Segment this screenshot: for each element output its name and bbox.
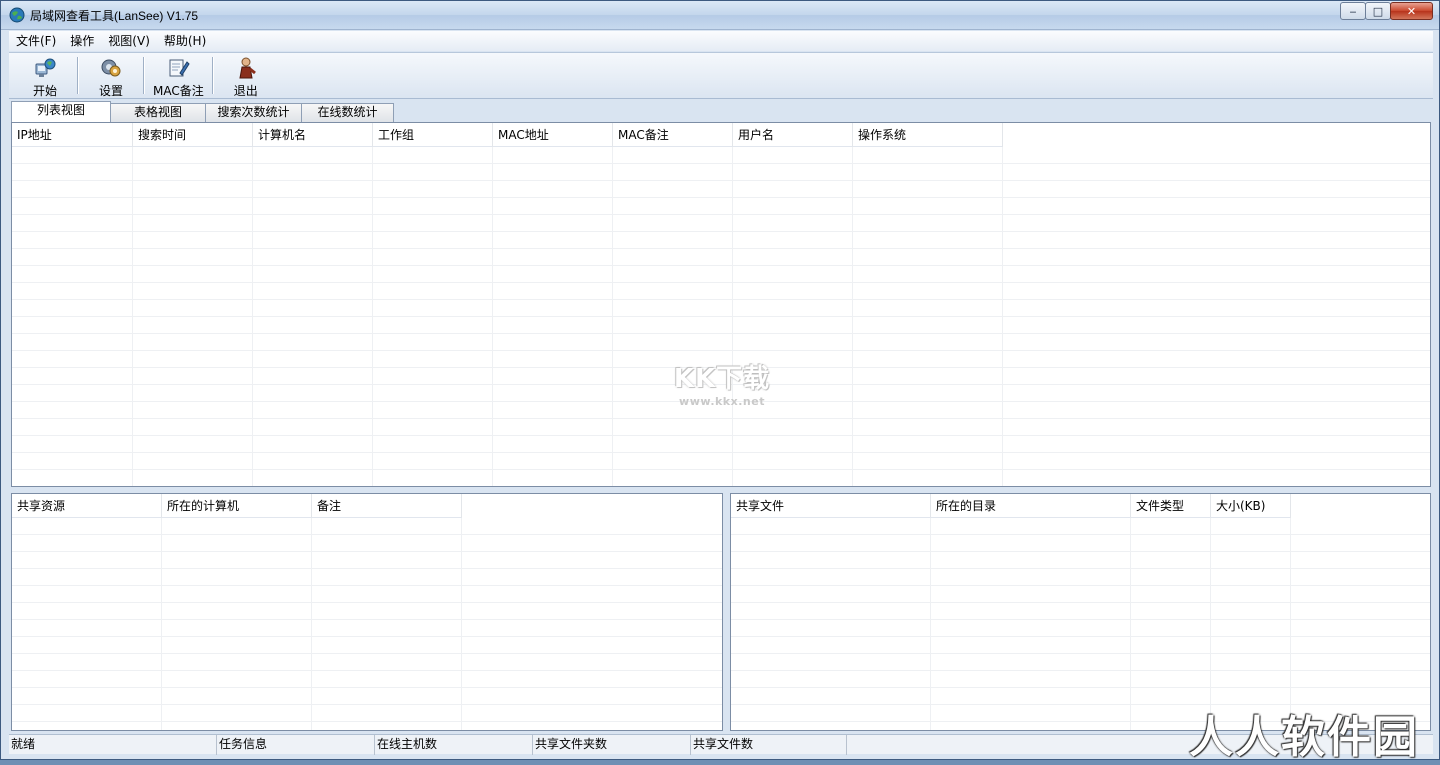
minimize-button[interactable]: ‒ — [1340, 2, 1366, 20]
watermark-sub-text: www.kkx.net — [679, 395, 765, 408]
watermark-main-text: KK下载 — [673, 364, 771, 394]
host-list-rows — [12, 147, 1430, 486]
column-header-os[interactable]: 操作系统 — [853, 123, 1003, 147]
column-header-file-type[interactable]: 文件类型 — [1131, 494, 1211, 518]
window-title: 局域网查看工具(LanSee) V1.75 — [30, 9, 199, 23]
mac-note-button[interactable]: MAC备注 — [147, 53, 210, 98]
shared-resources-header: 共享资源 所在的计算机 备注 — [12, 494, 462, 518]
column-header-mac-note[interactable]: MAC备注 — [613, 123, 733, 147]
settings-icon — [99, 56, 123, 80]
view-tabs: 列表视图 表格视图 搜索次数统计 在线数统计 — [11, 101, 1431, 122]
host-list-grid[interactable]: IP地址 搜索时间 计算机名 工作组 MAC地址 MAC备注 用户名 操作系统 — [11, 122, 1431, 487]
menu-operate[interactable]: 操作 — [63, 31, 101, 51]
settings-button[interactable]: 设置 — [81, 53, 141, 98]
status-task-info: 任务信息 — [217, 735, 375, 755]
host-list-header: IP地址 搜索时间 计算机名 工作组 MAC地址 MAC备注 用户名 操作系统 — [12, 123, 1003, 147]
column-header-workgroup[interactable]: 工作组 — [373, 123, 493, 147]
column-header-mac-address[interactable]: MAC地址 — [493, 123, 613, 147]
exit-button[interactable]: 退出 — [216, 53, 276, 98]
column-header-computer-name[interactable]: 计算机名 — [253, 123, 373, 147]
mac-note-icon — [166, 56, 190, 80]
column-header-search-time[interactable]: 搜索时间 — [133, 123, 253, 147]
tab-search-stats[interactable]: 搜索次数统计 — [205, 103, 302, 122]
kk-watermark: KK下载 www.kkx.net — [661, 358, 783, 408]
menu-view[interactable]: 视图(V) — [101, 31, 157, 51]
toolbar: 开始 设置 MAC备注 退出 — [9, 52, 1433, 99]
menu-help[interactable]: 帮助(H) — [157, 31, 213, 51]
column-header-remark[interactable]: 备注 — [312, 494, 462, 518]
start-button[interactable]: 开始 — [15, 53, 75, 98]
shared-files-header: 共享文件 所在的目录 文件类型 大小(KB) — [731, 494, 1291, 518]
close-button[interactable]: ✕ — [1390, 2, 1433, 20]
status-ready: 就绪 — [9, 735, 217, 755]
shared-resources-rows — [12, 518, 722, 730]
window-controls: ‒ □ ✕ — [1340, 2, 1433, 20]
status-online-hosts: 在线主机数 — [375, 735, 533, 755]
mac-note-label: MAC备注 — [153, 84, 204, 98]
column-header-directory[interactable]: 所在的目录 — [931, 494, 1131, 518]
start-icon — [33, 56, 57, 80]
maximize-button[interactable]: □ — [1365, 2, 1391, 20]
exit-label: 退出 — [233, 84, 258, 98]
status-shared-folders: 共享文件夹数 — [533, 735, 691, 755]
exit-icon — [234, 56, 258, 80]
column-header-shared-file[interactable]: 共享文件 — [731, 494, 931, 518]
column-header-ip[interactable]: IP地址 — [12, 123, 133, 147]
status-shared-files: 共享文件数 — [691, 735, 847, 755]
column-header-host-computer[interactable]: 所在的计算机 — [162, 494, 312, 518]
corner-watermark-logo: 人人软件园 — [1189, 712, 1419, 763]
column-header-size[interactable]: 大小(KB) — [1211, 494, 1291, 518]
app-globe-icon — [9, 7, 25, 23]
menu-file[interactable]: 文件(F) — [9, 31, 63, 51]
toolbar-separator — [143, 57, 145, 94]
settings-label: 设置 — [98, 84, 123, 98]
tab-grid-view[interactable]: 表格视图 — [110, 103, 206, 122]
shared-files-grid[interactable]: 共享文件 所在的目录 文件类型 大小(KB) — [730, 493, 1431, 731]
column-header-username[interactable]: 用户名 — [733, 123, 853, 147]
tab-online-stats[interactable]: 在线数统计 — [301, 103, 394, 122]
title-bar[interactable]: 局域网查看工具(LanSee) V1.75 ‒ □ ✕ — [1, 1, 1439, 30]
toolbar-separator — [77, 57, 79, 94]
column-header-shared-resource[interactable]: 共享资源 — [12, 494, 162, 518]
tab-list-view[interactable]: 列表视图 — [11, 101, 111, 122]
shared-resources-grid[interactable]: 共享资源 所在的计算机 备注 — [11, 493, 723, 731]
menu-bar: 文件(F) 操作 视图(V) 帮助(H) — [9, 31, 1433, 51]
shared-files-rows — [731, 518, 1430, 730]
app-window: 局域网查看工具(LanSee) V1.75 ‒ □ ✕ 文件(F) 操作 视图(… — [0, 0, 1440, 763]
toolbar-separator — [211, 57, 214, 94]
start-label: 开始 — [32, 84, 57, 98]
